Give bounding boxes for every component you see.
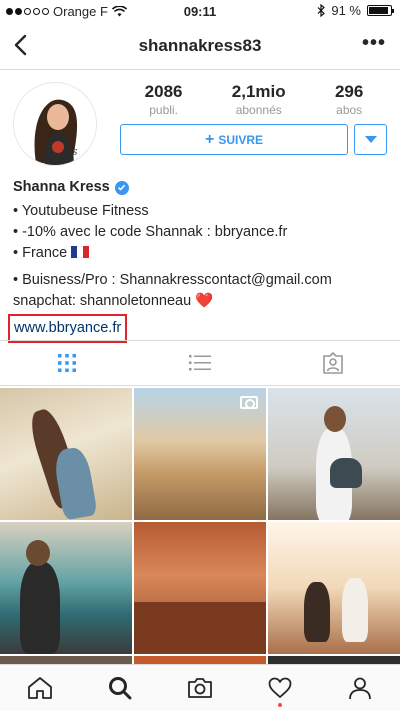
tagged-photos-icon — [323, 352, 344, 374]
tab-home[interactable] — [0, 665, 80, 711]
bio-line: • France — [13, 245, 68, 261]
bio-line: snapchat: shannoletonneau ❤️ — [13, 293, 214, 309]
stat-following-value: 296 — [334, 82, 364, 101]
svg-text:S: S — [72, 148, 78, 157]
stat-followers-value: 2,1mio — [231, 82, 286, 101]
tab-activity[interactable] — [240, 665, 320, 711]
website-link[interactable]: www.bbryance.fr — [8, 314, 128, 343]
stat-posts[interactable]: 2086 publi. — [145, 82, 183, 117]
follow-label: SUIVRE — [218, 132, 264, 147]
bluetooth-icon — [317, 4, 326, 17]
heart-icon — [268, 677, 292, 698]
stat-posts-value: 2086 — [144, 82, 183, 101]
bio-line: • -10% avec le code Shannak : bbryance.f… — [13, 224, 288, 240]
suggestions-dropdown-button[interactable] — [354, 124, 387, 155]
battery-area: 91 % — [317, 3, 394, 18]
france-flag-icon — [71, 246, 90, 258]
more-icon[interactable]: ••• — [362, 32, 386, 55]
profile-name-row: Shanna Kress — [13, 177, 393, 198]
photo-thumbnail[interactable] — [0, 522, 132, 654]
tab-camera[interactable] — [160, 665, 240, 711]
tab-search[interactable] — [80, 665, 160, 711]
list-view-icon — [188, 355, 211, 371]
bio-line: • Buisness/Pro : Shannakresscontact@gmai… — [13, 272, 332, 288]
profile-illustration: S — [14, 83, 96, 165]
profile-view-tabs — [0, 340, 400, 386]
tab-list[interactable] — [133, 341, 266, 385]
stat-posts-label: publi. — [149, 103, 178, 117]
home-icon — [28, 677, 52, 699]
plus-icon: + — [204, 130, 215, 148]
grid-view-icon — [57, 354, 76, 372]
profile-icon — [349, 677, 371, 700]
battery-percent: 91 % — [331, 3, 361, 18]
stat-following[interactable]: 296 abos — [335, 82, 363, 117]
stat-followers[interactable]: 2,1mio abonnés — [232, 82, 286, 117]
wifi-icon — [111, 6, 127, 17]
battery-icon — [367, 5, 394, 16]
carrier-name: Orange F — [53, 4, 108, 19]
bio-line: • Youtubeuse Fitness — [13, 203, 149, 219]
photo-thumbnail[interactable] — [268, 388, 400, 520]
carrier-area: Orange F — [6, 4, 127, 19]
search-icon — [109, 677, 132, 700]
photo-thumbnail[interactable] — [0, 388, 132, 520]
photo-grid — [0, 388, 400, 668]
caret-down-icon — [364, 135, 377, 143]
status-bar: Orange F 09:11 91 % — [0, 0, 400, 22]
verified-badge-icon — [114, 180, 129, 195]
stat-following-label: abos — [336, 103, 363, 117]
top-nav: shannakress83 ••• — [0, 22, 400, 70]
profile-name: Shanna Kress — [13, 179, 110, 195]
profile-bio: Shanna Kress • Youtubeuse Fitness • -10%… — [8, 177, 393, 343]
bottom-tab-bar — [0, 664, 400, 711]
profile-stats: 2086 publi. 2,1mio abonnés 296 abos — [120, 82, 388, 117]
tab-profile[interactable] — [320, 665, 400, 711]
notification-dot — [278, 703, 282, 707]
bio-line-country: • France — [13, 243, 393, 264]
follow-button[interactable]: + SUIVRE — [120, 124, 348, 155]
signal-icon — [6, 8, 49, 15]
page-title: shannakress83 — [138, 36, 262, 55]
photo-thumbnail[interactable] — [268, 522, 400, 654]
tab-tagged[interactable] — [267, 341, 400, 385]
photo-thumbnail[interactable] — [134, 522, 266, 654]
avatar[interactable]: S — [13, 82, 97, 166]
video-thumbnail[interactable] — [134, 388, 266, 520]
camera-icon — [188, 678, 212, 698]
stat-followers-label: abonnés — [235, 103, 282, 117]
tab-grid[interactable] — [0, 341, 133, 385]
video-icon — [240, 396, 258, 409]
chevron-left-icon[interactable] — [8, 32, 34, 58]
